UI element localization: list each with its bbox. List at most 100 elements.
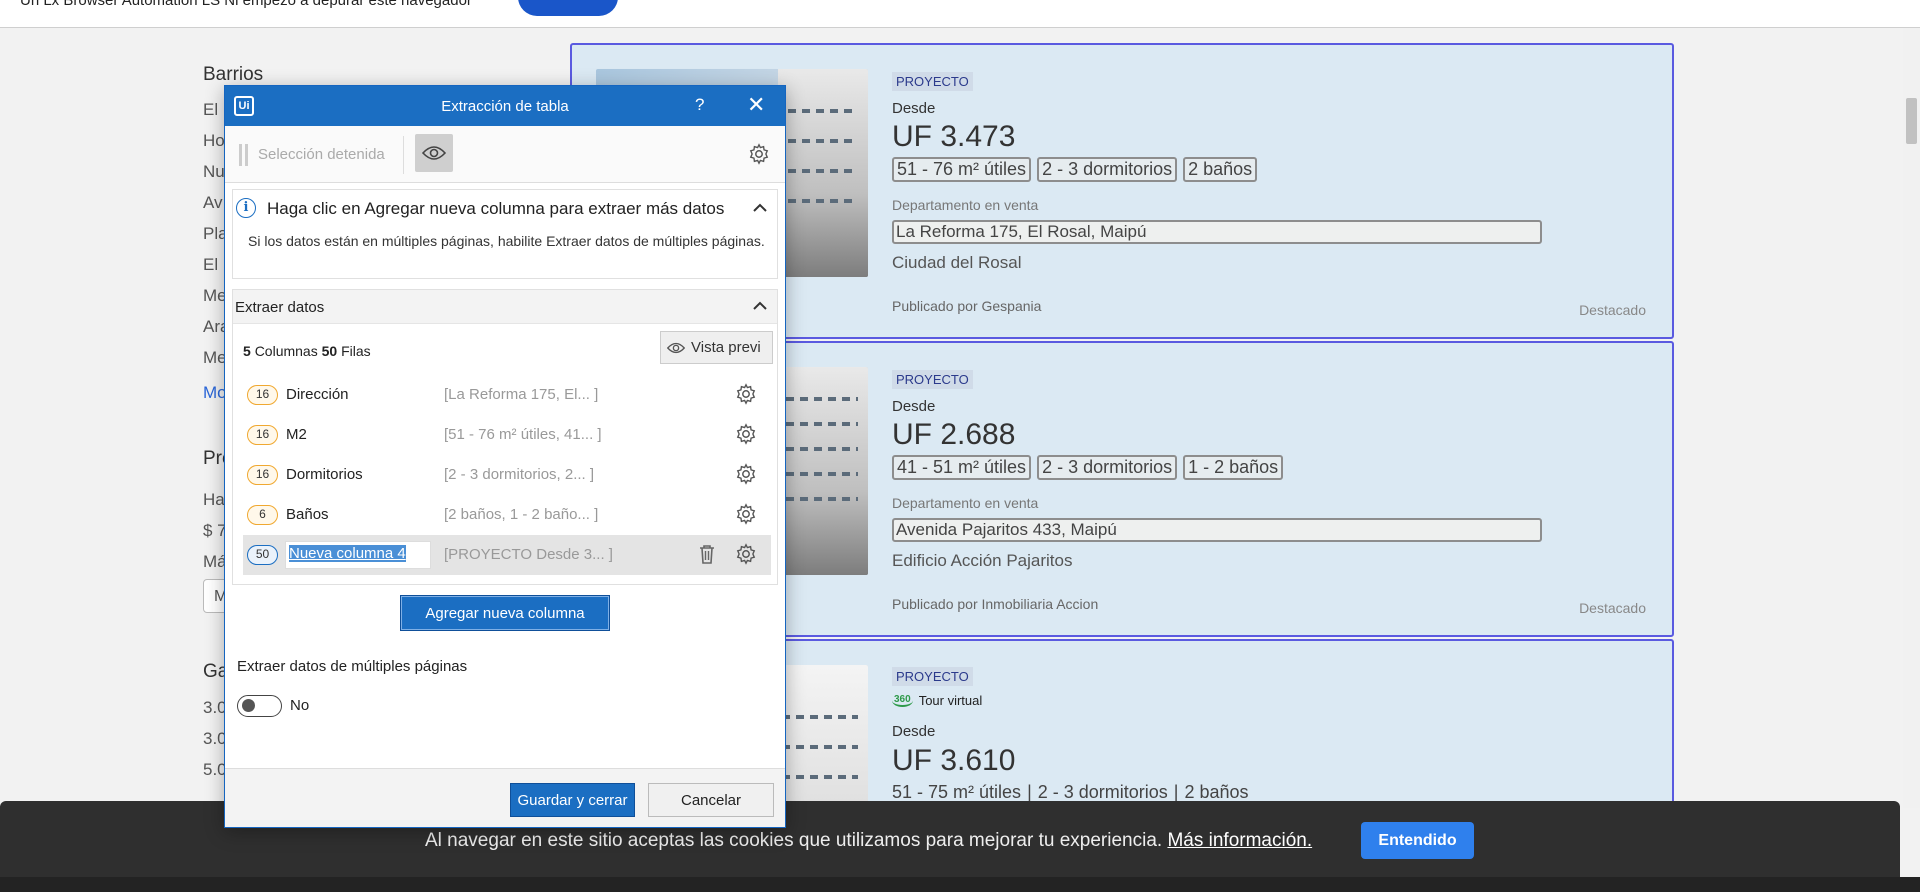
- project-tag: PROYECTO: [892, 72, 973, 91]
- column-name-selected-text: Nueva columna 4: [289, 545, 406, 562]
- column-match-count: 6: [247, 505, 278, 525]
- cookie-text: Al navegar en este sitio aceptas las coo…: [425, 830, 1312, 852]
- column-name[interactable]: Dormitorios: [286, 466, 363, 483]
- preview-label: Vista previ: [691, 339, 761, 356]
- feature-bedrooms: 2 - 3 dormitorios: [1037, 782, 1168, 802]
- extract-data-header[interactable]: Extraer datos: [233, 290, 777, 324]
- feature-area: 51 - 76 m² útiles: [892, 157, 1032, 182]
- neighborhood-item[interactable]: Av: [203, 193, 223, 213]
- 360-tour-icon: 360: [892, 694, 913, 707]
- price-from-label: Desde: [892, 723, 936, 740]
- price-option[interactable]: Ha: [203, 490, 225, 510]
- browser-debug-message: Un Lx Browser Automation LS Ni empezó a …: [20, 0, 472, 9]
- listing-price: UF 2.688: [892, 418, 1016, 451]
- info-panel: i Haga clic en Agregar nueva columna par…: [232, 189, 778, 279]
- listing-price: UF 3.610: [892, 744, 1016, 777]
- columns-label: Columnas: [254, 343, 318, 359]
- column-name[interactable]: M2: [286, 426, 307, 443]
- neighborhood-item[interactable]: Nu: [203, 162, 225, 182]
- rows-label: Filas: [341, 343, 371, 359]
- dialog-titlebar[interactable]: Ui Extracción de tabla ? ✕: [225, 86, 785, 126]
- column-match-count: 50: [247, 545, 278, 565]
- scrollbar-thumb[interactable]: [1906, 98, 1917, 144]
- cookie-accept-button[interactable]: Entendido: [1361, 822, 1474, 859]
- listing-publisher: Publicado por Inmobiliaria Accion: [892, 596, 1099, 612]
- feature-area: 51 - 75 m² útiles: [892, 782, 1022, 802]
- extract-counts: 5 Columnas 50 Filas: [243, 343, 371, 359]
- info-body: Si los datos están en múltiples páginas,…: [248, 233, 765, 249]
- multipage-label: Extraer datos de múltiples páginas: [237, 658, 468, 675]
- column-sample: [PROYECTO Desde 3... ]: [444, 546, 613, 563]
- column-settings-gear-icon[interactable]: [735, 543, 757, 570]
- listing-project-name[interactable]: Edificio Acción Pajaritos: [892, 551, 1072, 571]
- column-sample: [2 baños, 1 - 2 baño... ]: [444, 506, 599, 523]
- column-match-count: 16: [247, 385, 278, 405]
- columns-count: 5: [243, 343, 251, 359]
- column-settings-gear-icon[interactable]: [735, 383, 757, 410]
- listing-address: Avenida Pajaritos 433, Maipú: [892, 518, 1542, 542]
- column-row[interactable]: 16 Dormitorios [2 - 3 dormitorios, 2... …: [243, 455, 771, 495]
- column-sample: [La Reforma 175, El... ]: [444, 386, 599, 403]
- feature-bathrooms: 1 - 2 baños: [1183, 455, 1284, 480]
- selection-status: Selección detenida: [258, 146, 385, 163]
- listing-publisher: Publicado por Gespania: [892, 298, 1042, 314]
- eye-icon: [667, 342, 685, 353]
- delete-column-trash-icon[interactable]: [698, 544, 716, 569]
- price-from-label: Desde: [892, 398, 936, 415]
- column-name[interactable]: Baños: [286, 506, 329, 523]
- column-name-input[interactable]: Nueva columna 4: [285, 541, 431, 569]
- virtual-tour-label: Tour virtual: [918, 693, 983, 708]
- neighborhoods-title: Barrios: [203, 64, 264, 85]
- listing-features: 51 - 76 m² útiles 2 - 3 dormitorios 2 ba…: [892, 157, 1258, 182]
- info-icon: i: [236, 198, 256, 218]
- close-icon[interactable]: ✕: [747, 92, 765, 118]
- multipage-toggle-state: No: [290, 697, 310, 714]
- chevron-up-icon[interactable]: [753, 298, 767, 314]
- cookie-message: Al navegar en este sitio aceptas las coo…: [425, 830, 1163, 851]
- rows-count: 50: [321, 343, 338, 359]
- preview-button[interactable]: Vista previ: [660, 331, 773, 364]
- add-new-column-button[interactable]: Agregar nueva columna: [400, 595, 610, 631]
- feature-bedrooms: 2 - 3 dormitorios: [1037, 455, 1178, 480]
- help-icon[interactable]: ?: [695, 95, 704, 115]
- column-row[interactable]: 16 M2 [51 - 76 m² útiles, 41... ]: [243, 415, 771, 455]
- browser-debug-bar: Un Lx Browser Automation LS Ni empezó a …: [0, 0, 1920, 28]
- column-name[interactable]: Dirección: [286, 386, 349, 403]
- virtual-tour[interactable]: 360 Tour virtual: [892, 693, 982, 708]
- multipage-toggle[interactable]: [237, 695, 282, 717]
- browser-debug-button[interactable]: [518, 0, 618, 16]
- column-settings-gear-icon[interactable]: [735, 423, 757, 450]
- more-info-link[interactable]: Más información.: [1167, 830, 1312, 851]
- feature-bedrooms: 2 - 3 dormitorios: [1037, 157, 1178, 182]
- feature-area: 41 - 51 m² útiles: [892, 455, 1032, 480]
- column-row[interactable]: 16 Dirección [La Reforma 175, El... ]: [243, 375, 771, 415]
- feature-bathrooms: 2 baños: [1184, 782, 1249, 802]
- bottom-strip: [0, 877, 1920, 892]
- column-settings-gear-icon[interactable]: [735, 463, 757, 490]
- pause-icon[interactable]: [239, 144, 248, 166]
- listing-type: Departamento en venta: [892, 197, 1039, 213]
- listing-project-name[interactable]: Ciudad del Rosal: [892, 253, 1021, 273]
- column-row-selected[interactable]: 50 Nueva columna 4 [PROYECTO Desde 3... …: [243, 535, 771, 575]
- neighborhood-item[interactable]: Ho: [203, 131, 225, 151]
- cancel-button[interactable]: Cancelar: [648, 783, 774, 817]
- column-settings-gear-icon[interactable]: [735, 503, 757, 530]
- column-row[interactable]: 6 Baños [2 baños, 1 - 2 baño... ]: [243, 495, 771, 535]
- project-tag: PROYECTO: [892, 370, 973, 389]
- column-sample: [51 - 76 m² útiles, 41... ]: [444, 426, 602, 443]
- extract-data-title: Extraer datos: [235, 299, 325, 316]
- settings-gear-icon[interactable]: [748, 143, 770, 170]
- price-from-label: Desde: [892, 100, 936, 117]
- table-extraction-dialog: Ui Extracción de tabla ? ✕ Selección det…: [224, 85, 786, 828]
- featured-label: Destacado: [1579, 302, 1646, 318]
- listing-type: Departamento en venta: [892, 495, 1039, 511]
- column-sample: [2 - 3 dormitorios, 2... ]: [444, 466, 595, 483]
- project-tag: PROYECTO: [892, 667, 973, 686]
- page-scrollbar[interactable]: [1903, 28, 1920, 808]
- listing-features: 51 - 75 m² útiles | 2 - 3 dormitorios | …: [892, 782, 1249, 802]
- chevron-up-icon[interactable]: [753, 200, 767, 216]
- listing-features: 41 - 51 m² útiles 2 - 3 dormitorios 1 - …: [892, 455, 1284, 480]
- eye-icon[interactable]: [415, 134, 453, 172]
- listing-price: UF 3.473: [892, 120, 1016, 153]
- save-and-close-button[interactable]: Guardar y cerrar: [510, 783, 635, 817]
